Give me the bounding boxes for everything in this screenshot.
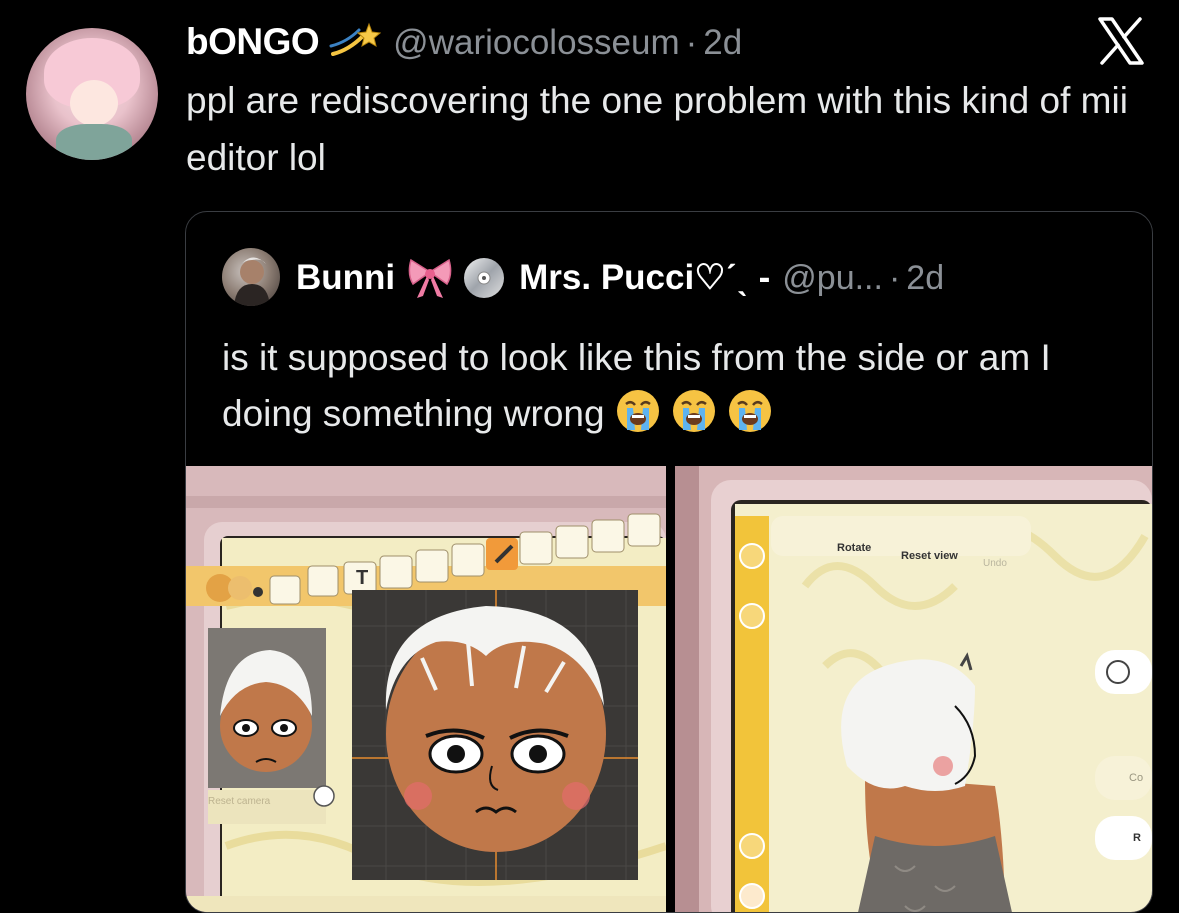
media-photo-front-view[interactable]: T Reset camera — [186, 466, 666, 912]
tweet-text: ppl are rediscovering the one problem wi… — [186, 80, 1128, 178]
co-button-label[interactable]: Co — [1129, 772, 1143, 784]
quoted-post-time[interactable]: 2d — [906, 259, 944, 298]
avatar-dress — [56, 124, 132, 160]
author-name[interactable]: bONGO — [186, 21, 320, 63]
quoted-header: Bunni Mrs. Pucci♡ˊˎ - @pu... · 2d — [296, 256, 944, 300]
loudly-crying-face-icon — [672, 390, 715, 432]
separator-dot: · — [685, 23, 698, 62]
quoted-separator-dot: · — [888, 258, 901, 297]
loudly-crying-face-icon — [728, 390, 771, 432]
quoted-text: is it supposed to look like this from th… — [222, 330, 1122, 442]
quoted-tweet-card[interactable]: Bunni Mrs. Pucci♡ˊˎ - @pu... · 2d is it … — [185, 211, 1153, 913]
svg-text:T: T — [356, 567, 368, 589]
author-handle[interactable]: @wariocolosseum — [393, 23, 679, 63]
r-button-label[interactable]: R — [1133, 832, 1141, 844]
avatar-face — [70, 80, 118, 126]
mii-editor-front-photo: T — [186, 466, 666, 912]
avatar-figure — [234, 257, 270, 306]
reset-camera-label[interactable]: Reset camera — [208, 796, 270, 807]
quoted-author-handle[interactable]: @pu... — [782, 259, 883, 298]
quoted-author-avatar[interactable] — [222, 248, 280, 306]
tweet-header: bONGO @wariocolosseum · 2d — [186, 14, 742, 63]
reset-view-label[interactable]: Reset view — [901, 550, 958, 562]
post-time[interactable]: 2d — [703, 23, 742, 63]
rotate-label[interactable]: Rotate — [837, 542, 871, 554]
undo-label[interactable]: Undo — [983, 558, 1007, 569]
bow-icon — [408, 258, 452, 298]
loudly-crying-face-icon — [616, 390, 659, 432]
author-avatar[interactable] — [26, 28, 158, 160]
mii-editor-side-photo — [675, 466, 1152, 912]
quoted-author-name[interactable]: Bunni — [296, 258, 395, 298]
shooting-star-icon — [329, 22, 382, 56]
media-photo-side-view[interactable]: Rotate Reset view Undo Co R — [675, 466, 1152, 912]
quoted-author-name-2[interactable]: Mrs. Pucci♡ˊˎ - — [519, 258, 770, 298]
cd-icon — [464, 258, 505, 298]
x-logo-icon[interactable] — [1096, 16, 1146, 66]
